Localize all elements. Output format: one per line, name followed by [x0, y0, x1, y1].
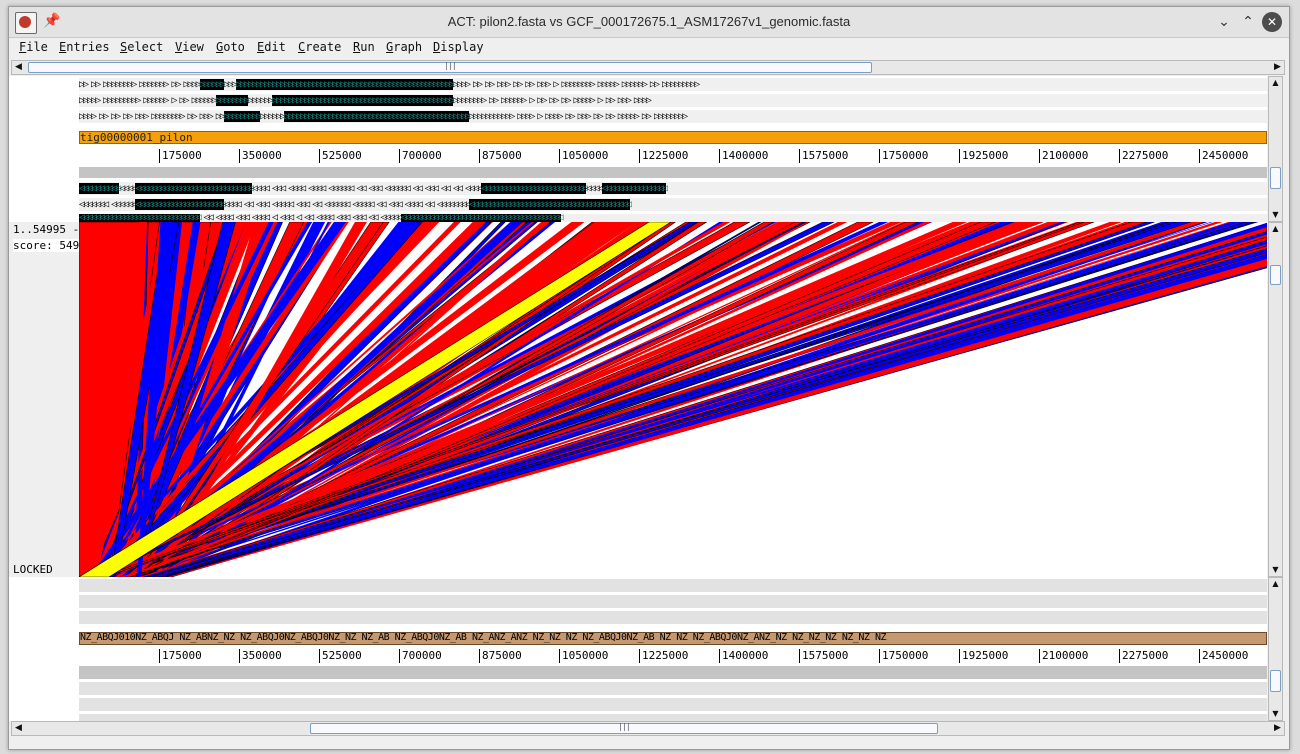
scrollbar-thumb[interactable]	[310, 723, 938, 734]
menu-edit[interactable]: Edit	[257, 40, 286, 54]
scroll-down-icon[interactable]: ▼	[1269, 708, 1282, 720]
scroll-up-icon[interactable]: ▲	[1269, 77, 1282, 89]
menu-bar: File Entries Select View Goto Edit Creat…	[9, 38, 1289, 58]
top-contig-track[interactable]: tig00000001_pilon	[79, 131, 1267, 144]
scroll-up-icon[interactable]: ▲	[1269, 223, 1282, 235]
ruler-tick: 525000	[319, 649, 362, 663]
feature-arrows: ▷▷ ▷▷ ▷▷▷▷▷▷▷▷ ▷▷▷▷▷▷▷ ▷▷ ▷▷▷▷▷▷▷▷▷▷▷▷▷▷…	[79, 79, 700, 90]
menu-file[interactable]: File	[19, 40, 48, 54]
contig-labels: NZ_ABQJ010NZ_ABQJ NZ_ABNZ_NZ NZ_ABQJ0NZ_…	[80, 632, 887, 643]
ruler-tick: 1050000	[559, 149, 608, 163]
ruler-tick: 1400000	[719, 649, 768, 663]
forward-frame-3[interactable]	[79, 611, 1267, 624]
ruler-tick: 1925000	[959, 149, 1008, 163]
ruler-tick: 1225000	[639, 149, 688, 163]
ruler-tick: 1575000	[799, 649, 848, 663]
scroll-down-icon[interactable]: ▼	[1269, 209, 1282, 221]
menu-entries[interactable]: Entries	[59, 40, 110, 54]
ruler-tick: 525000	[319, 149, 362, 163]
ruler-tick: 2450000	[1199, 149, 1248, 163]
ruler-tick: 1575000	[799, 149, 848, 163]
forward-frame-1[interactable]	[79, 579, 1267, 592]
bottom-horizontal-scrollbar[interactable]: ◀ ▶	[11, 721, 1285, 736]
bottom-contig-track[interactable]: NZ_ABQJ010NZ_ABQJ NZ_ABNZ_NZ NZ_ABQJ0NZ_…	[79, 632, 1267, 645]
scroll-left-icon[interactable]: ◀	[12, 722, 25, 735]
feature-arrows: ◁◁◁◁◁◁◁◁◁◁◁◁◁◁◁◁◁◁◁◁◁◁◁◁◁◁◁◁◁◁◁◁◁◁◁◁◁◁◁◁…	[79, 183, 668, 194]
forward-frame-1[interactable]: ▷▷ ▷▷ ▷▷▷▷▷▷▷▷ ▷▷▷▷▷▷▷ ▷▷ ▷▷▷▷▷▷▷▷▷▷▷▷▷▷…	[79, 78, 1267, 91]
ruler-tick: 2275000	[1119, 149, 1168, 163]
ruler-tick: 875000	[479, 149, 522, 163]
reverse-frame-1[interactable]	[79, 682, 1267, 695]
scrollbar-thumb[interactable]	[1270, 670, 1281, 692]
menu-select[interactable]: Select	[120, 40, 163, 54]
comparison-view[interactable]	[79, 222, 1267, 577]
feature-arrows: ▷▷▷▷▷ ▷▷▷▷▷▷▷▷▷ ▷▷▷▷▷▷ ▷ ▷▷ ▷▷▷▷▷▷▷▷▷▷▷▷…	[79, 95, 652, 106]
ruler-tick: 350000	[239, 649, 282, 663]
ruler-tick: 2100000	[1039, 649, 1088, 663]
scroll-up-icon[interactable]: ▲	[1269, 578, 1282, 590]
scroll-down-icon[interactable]: ▼	[1269, 564, 1282, 576]
ruler-tick: 1925000	[959, 649, 1008, 663]
minimize-button[interactable]: ⌄	[1214, 12, 1234, 32]
bottom-genome-panel: NZ_ABQJ010NZ_ABQJ NZ_ABNZ_NZ NZ_ABQJ0NZ_…	[9, 577, 1267, 721]
menu-view[interactable]: View	[175, 40, 204, 54]
lock-status-label: LOCKED	[13, 563, 53, 576]
ruler-tick: 875000	[479, 649, 522, 663]
reverse-frame-3[interactable]	[79, 714, 1267, 721]
ruler-tick: 350000	[239, 149, 282, 163]
reverse-contig-track[interactable]	[79, 666, 1267, 679]
comparison-vertical-scrollbar[interactable]: ▲ ▼	[1268, 222, 1283, 577]
forward-frame-2[interactable]	[79, 595, 1267, 608]
ruler-tick: 700000	[399, 149, 442, 163]
reverse-contig-track[interactable]	[79, 167, 1267, 178]
scrollbar-thumb[interactable]	[1270, 167, 1281, 189]
scrollbar-thumb[interactable]	[28, 62, 872, 73]
maximize-button[interactable]: ⌃	[1238, 12, 1258, 32]
top-horizontal-scrollbar[interactable]: ◀ ▶	[11, 60, 1285, 75]
scroll-left-icon[interactable]: ◀	[12, 61, 25, 74]
top-ruler: 175000 350000 525000 700000 875000 10500…	[79, 149, 1267, 163]
window-title: ACT: pilon2.fasta vs GCF_000172675.1_ASM…	[447, 14, 851, 29]
ruler-tick: 2450000	[1199, 649, 1248, 663]
forward-frame-2[interactable]: ▷▷▷▷▷ ▷▷▷▷▷▷▷▷▷ ▷▷▷▷▷▷ ▷ ▷▷ ▷▷▷▷▷▷▷▷▷▷▷▷…	[79, 94, 1267, 107]
bottom-vertical-scrollbar[interactable]: ▲ ▼	[1268, 577, 1283, 721]
forward-frame-3[interactable]: ▷▷▷▷ ▷▷ ▷▷ ▷▷ ▷▷▷ ▷▷▷▷▷▷▷▷ ▷▷ ▷▷▷ ▷▷▷▷▷▷…	[79, 110, 1267, 123]
title-bar: 📌 ACT: pilon2.fasta vs GCF_000172675.1_A…	[9, 7, 1289, 38]
top-genome-panel: ▷▷ ▷▷ ▷▷▷▷▷▷▷▷ ▷▷▷▷▷▷▷ ▷▷ ▷▷▷▷▷▷▷▷▷▷▷▷▷▷…	[9, 76, 1267, 222]
scroll-down-icon[interactable]: ▶	[1271, 722, 1284, 735]
ruler-tick: 1225000	[639, 649, 688, 663]
ruler-tick: 1750000	[879, 649, 928, 663]
alignment-matches	[79, 222, 1267, 577]
menu-create[interactable]: Create	[298, 40, 341, 54]
top-vertical-scrollbar[interactable]: ▲ ▼	[1268, 76, 1283, 222]
reverse-frame-2[interactable]: ◁◁◁◁◁◁◁ ◁◁◁◁◁◁◁◁◁◁◁◁◁◁◁◁◁◁◁◁◁◁◁◁◁◁◁◁◁◁◁◁…	[79, 198, 1267, 211]
ruler-tick: 175000	[159, 149, 202, 163]
feature-arrows: ◁◁◁◁◁◁◁ ◁◁◁◁◁◁◁◁◁◁◁◁◁◁◁◁◁◁◁◁◁◁◁◁◁◁◁◁◁◁◁◁…	[79, 199, 632, 210]
act-window: 📌 ACT: pilon2.fasta vs GCF_000172675.1_A…	[8, 6, 1290, 750]
reverse-frame-1[interactable]: ◁◁◁◁◁◁◁◁◁◁◁◁◁◁◁◁◁◁◁◁◁◁◁◁◁◁◁◁◁◁◁◁◁◁◁◁◁◁◁◁…	[79, 182, 1267, 195]
menu-goto[interactable]: Goto	[216, 40, 245, 54]
ruler-tick: 175000	[159, 649, 202, 663]
close-button[interactable]: ✕	[1262, 12, 1282, 32]
ruler-tick: 700000	[399, 649, 442, 663]
feature-arrows: ◁◁◁◁◁◁◁◁◁◁◁◁◁◁◁◁◁◁◁◁◁◁◁◁◁◁◁◁◁◁ ◁◁ ◁◁◁◁ ◁…	[79, 214, 563, 222]
feature-arrows: ▷▷▷▷ ▷▷ ▷▷ ▷▷ ▷▷▷ ▷▷▷▷▷▷▷▷ ▷▷ ▷▷▷ ▷▷▷▷▷▷…	[79, 111, 688, 122]
ruler-tick: 1400000	[719, 149, 768, 163]
menu-display[interactable]: Display	[433, 40, 484, 54]
ruler-tick: 2100000	[1039, 149, 1088, 163]
contig-label: tig00000001_pilon	[80, 131, 193, 144]
ruler-tick: 1050000	[559, 649, 608, 663]
reverse-frame-3[interactable]: ◁◁◁◁◁◁◁◁◁◁◁◁◁◁◁◁◁◁◁◁◁◁◁◁◁◁◁◁◁◁ ◁◁ ◁◁◁◁ ◁…	[79, 214, 1267, 222]
ruler-tick: 1750000	[879, 149, 928, 163]
bottom-ruler: 175000 350000 525000 700000 875000 10500…	[79, 649, 1267, 663]
scroll-right-icon[interactable]: ▶	[1271, 61, 1284, 74]
ruler-tick: 2275000	[1119, 649, 1168, 663]
menu-run[interactable]: Run	[353, 40, 375, 54]
reverse-frame-2[interactable]	[79, 698, 1267, 711]
scrollbar-thumb[interactable]	[1270, 265, 1281, 285]
menu-graph[interactable]: Graph	[386, 40, 422, 54]
